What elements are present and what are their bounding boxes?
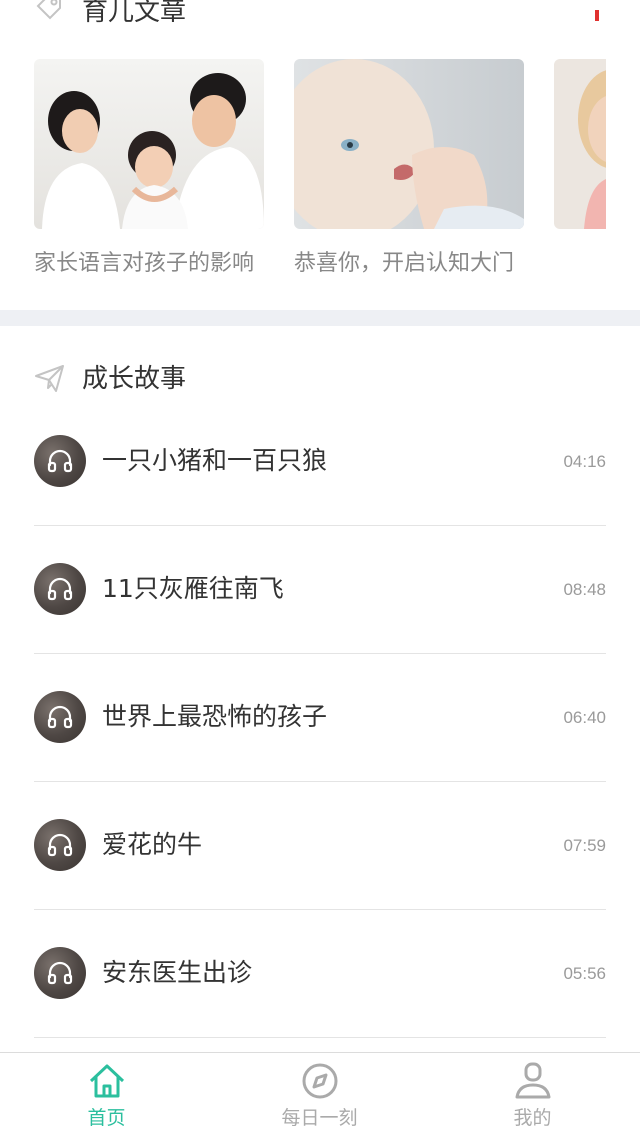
baby-photo (294, 59, 524, 229)
stories-title: 成长故事 (82, 364, 187, 394)
story-cover (34, 819, 86, 871)
article-card[interactable] (554, 59, 606, 249)
story-item[interactable]: 爱花的牛 07:59 (34, 782, 606, 910)
child-photo (554, 59, 606, 229)
tab-home-label: 首页 (87, 1107, 126, 1129)
story-title: 一只小猪和一百只狼 (102, 446, 328, 475)
paper-plane-icon (34, 362, 66, 394)
tab-daily-moment-label: 每日一刻 (281, 1107, 358, 1129)
user-icon (513, 1061, 553, 1101)
story-title: 世界上最恐怖的孩子 (102, 702, 328, 731)
compass-icon (300, 1061, 340, 1101)
section-divider (0, 310, 640, 326)
tab-profile[interactable]: 我的 (426, 1053, 639, 1138)
headphones-icon (47, 961, 73, 985)
story-duration: 06:40 (563, 708, 606, 727)
story-cover (34, 435, 86, 487)
story-cover (34, 947, 86, 999)
stories-section-header: 成长故事 (0, 356, 640, 402)
story-list: 一只小猪和一百只狼 04:16 11只灰雁往南飞 08:48 世界上最恐怖的孩子… (34, 398, 606, 1038)
story-item[interactable]: 11只灰雁往南飞 08:48 (34, 526, 606, 654)
article-card[interactable]: 家长语言对孩子的影响 (34, 59, 264, 279)
headphones-icon (47, 833, 73, 857)
tab-profile-label: 我的 (513, 1107, 552, 1129)
home-icon (87, 1061, 127, 1101)
story-cover (34, 563, 86, 615)
story-duration: 08:48 (563, 580, 606, 599)
article-card[interactable]: 恭喜你，开启认知大门 (294, 59, 524, 279)
home-screen: { "articles": { "title": "育儿文章", "items"… (0, 0, 640, 1138)
tab-daily-moment[interactable]: 每日一刻 (213, 1053, 426, 1138)
red-indicator (595, 10, 599, 21)
story-duration: 05:56 (563, 964, 606, 983)
story-title: 11只灰雁往南飞 (102, 574, 284, 603)
story-title: 爱花的牛 (102, 830, 203, 859)
article-title: 恭喜你，开启认知大门 (294, 251, 515, 276)
story-duration: 07:59 (563, 836, 606, 855)
headphones-icon (47, 705, 73, 729)
headphones-icon (47, 577, 73, 601)
bottom-tab-bar: 首页 每日一刻 我的 (0, 1052, 640, 1138)
story-title: 安东医生出诊 (102, 958, 253, 987)
story-cover (34, 691, 86, 743)
article-title: 家长语言对孩子的影响 (34, 251, 255, 276)
story-duration: 04:16 (563, 452, 606, 471)
story-item[interactable]: 世界上最恐怖的孩子 06:40 (34, 654, 606, 782)
articles-section-header: 育儿文章 (0, 0, 640, 32)
headphones-icon (47, 449, 73, 473)
tab-home[interactable]: 首页 (0, 1053, 213, 1138)
tag-icon (34, 0, 64, 22)
story-item[interactable]: 安东医生出诊 05:56 (34, 910, 606, 1038)
story-item[interactable]: 一只小猪和一百只狼 04:16 (34, 398, 606, 526)
family-photo (34, 59, 264, 229)
article-carousel[interactable]: 家长语言对孩子的影响 恭喜你，开启认知大门 (34, 59, 606, 289)
articles-title: 育儿文章 (82, 0, 187, 27)
